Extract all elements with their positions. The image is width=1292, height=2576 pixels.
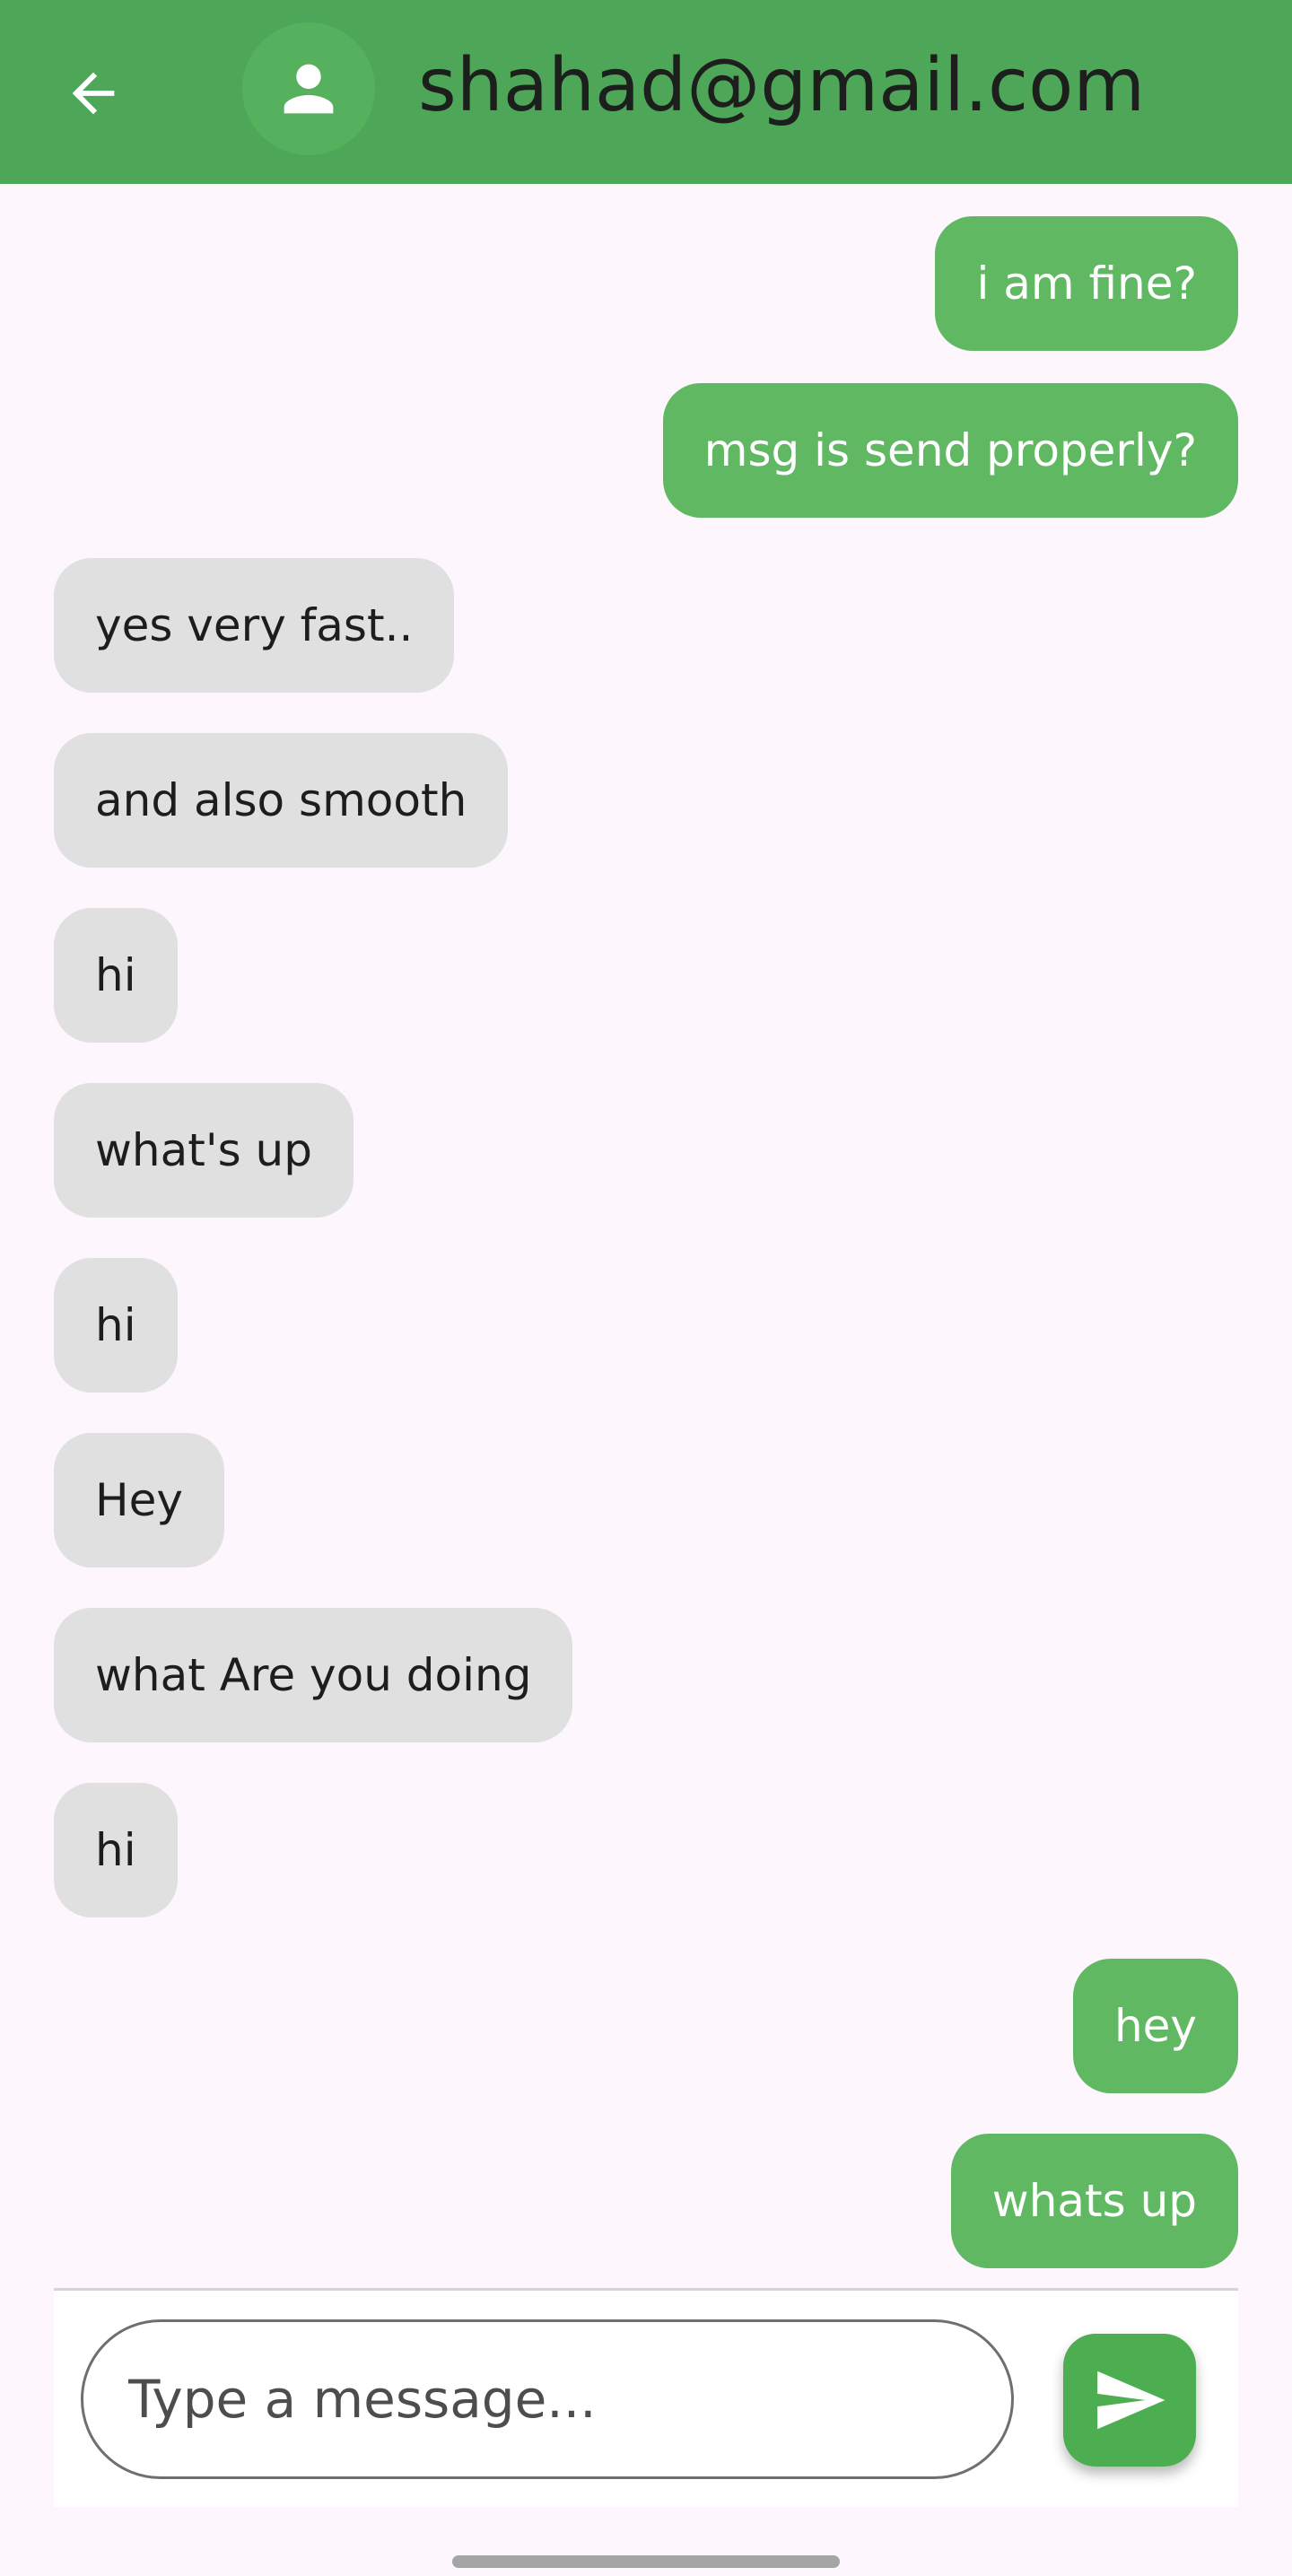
message-composer <box>54 2288 1238 2507</box>
home-indicator[interactable] <box>452 2555 840 2568</box>
back-button[interactable] <box>56 56 131 131</box>
message-bubble-sent: msg is send properly? <box>662 383 1238 518</box>
send-button[interactable] <box>1063 2334 1196 2467</box>
message-bubble-received: hi <box>54 1258 178 1393</box>
message-bubble-received: yes very fast.. <box>54 558 455 693</box>
avatar[interactable] <box>242 22 375 155</box>
send-icon <box>1097 2371 1165 2430</box>
page-title: shahad@gmail.com <box>418 43 1146 128</box>
person-icon <box>284 64 334 114</box>
message-list[interactable]: i am fine? msg is send properly? yes ver… <box>0 184 1292 2288</box>
app-bar: shahad@gmail.com <box>0 0 1292 184</box>
message-bubble-sent: i am fine? <box>935 216 1238 351</box>
message-bubble-received: and also smooth <box>54 733 509 868</box>
message-bubble-sent: hey <box>1072 1959 1238 2093</box>
message-bubble-received: what Are you doing <box>54 1608 573 1742</box>
message-input[interactable] <box>81 2319 1014 2479</box>
arrow-left-icon <box>72 72 115 115</box>
message-bubble-received: hi <box>54 1783 178 1917</box>
message-bubble-received: what's up <box>54 1083 354 1218</box>
message-bubble-received: Hey <box>54 1433 224 1567</box>
message-bubble-sent: whats up <box>950 2134 1238 2268</box>
chat-screen: shahad@gmail.com i am fine? msg is send … <box>0 0 1292 2576</box>
message-bubble-received: hi <box>54 908 178 1043</box>
